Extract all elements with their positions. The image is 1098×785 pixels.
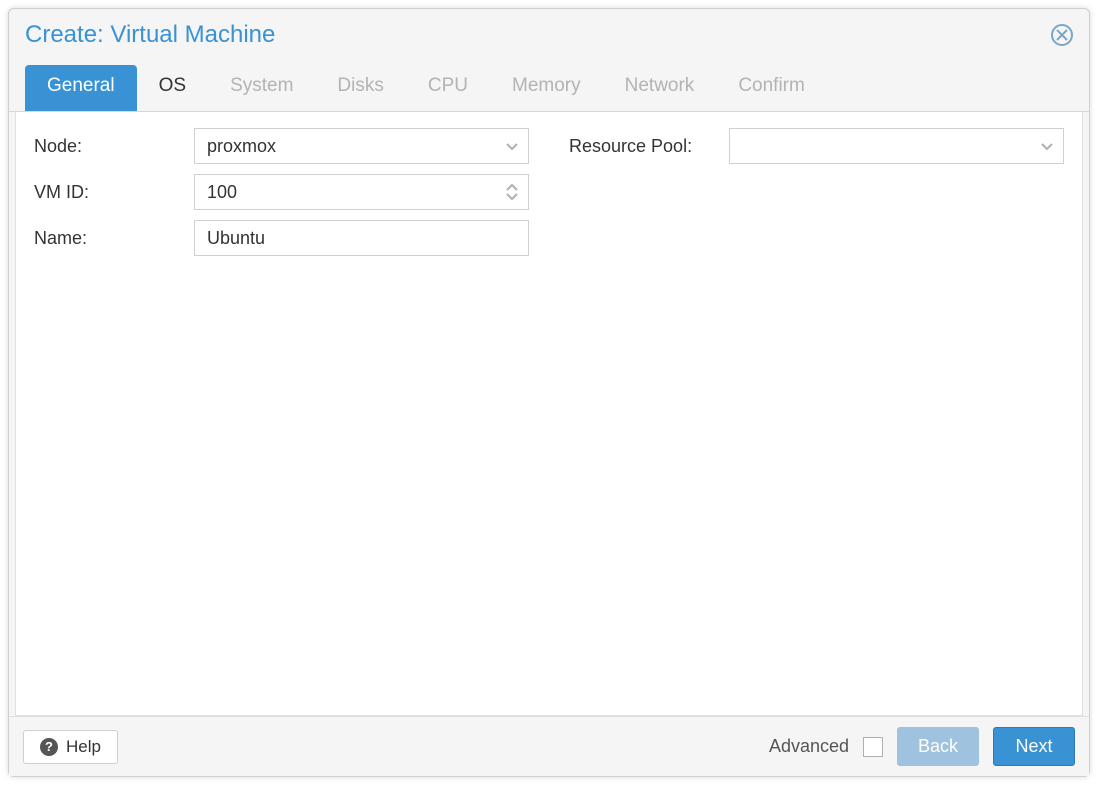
tab-disks: Disks bbox=[315, 65, 405, 111]
tab-memory: Memory bbox=[490, 65, 603, 111]
advanced-label: Advanced bbox=[769, 736, 849, 757]
advanced-checkbox[interactable] bbox=[863, 737, 883, 757]
row-resource-pool: Resource Pool: bbox=[569, 128, 1064, 164]
resource-pool-input[interactable] bbox=[740, 129, 1053, 163]
node-combo-trigger[interactable] bbox=[502, 129, 522, 163]
vmid-input[interactable] bbox=[205, 175, 518, 209]
right-column: Resource Pool: bbox=[569, 128, 1064, 699]
tab-system: System bbox=[208, 65, 315, 111]
chevron-down-icon bbox=[505, 192, 519, 200]
tab-network: Network bbox=[603, 65, 717, 111]
name-field[interactable] bbox=[194, 220, 529, 256]
tab-general[interactable]: General bbox=[25, 65, 137, 111]
resource-pool-combo[interactable] bbox=[729, 128, 1064, 164]
row-name: Name: bbox=[34, 220, 529, 256]
back-button[interactable]: Back bbox=[897, 727, 979, 766]
create-vm-dialog: Create: Virtual Machine General OS Syste… bbox=[8, 8, 1090, 777]
vmid-spinner-trigger[interactable] bbox=[502, 175, 522, 209]
dialog-titlebar: Create: Virtual Machine bbox=[9, 9, 1089, 55]
vmid-spinner[interactable] bbox=[194, 174, 529, 210]
help-label: Help bbox=[66, 737, 101, 757]
help-button[interactable]: ? Help bbox=[23, 730, 118, 764]
row-node: Node: bbox=[34, 128, 529, 164]
dialog-footer: ? Help Advanced Back Next bbox=[9, 716, 1089, 776]
form-body: Node: VM ID: bbox=[15, 112, 1083, 716]
resource-pool-combo-trigger[interactable] bbox=[1037, 129, 1057, 163]
chevron-down-icon bbox=[1040, 139, 1054, 153]
help-icon: ? bbox=[40, 738, 58, 756]
close-button[interactable] bbox=[1051, 24, 1073, 46]
node-combo[interactable] bbox=[194, 128, 529, 164]
next-button[interactable]: Next bbox=[993, 727, 1075, 766]
footer-right: Advanced Back Next bbox=[769, 727, 1075, 766]
label-vmid: VM ID: bbox=[34, 182, 194, 203]
row-vmid: VM ID: bbox=[34, 174, 529, 210]
dialog-title: Create: Virtual Machine bbox=[25, 21, 275, 49]
left-column: Node: VM ID: bbox=[34, 128, 529, 699]
node-input[interactable] bbox=[205, 129, 518, 163]
label-name: Name: bbox=[34, 228, 194, 249]
tab-confirm: Confirm bbox=[716, 65, 827, 111]
chevron-down-icon bbox=[505, 139, 519, 153]
wizard-tabs: General OS System Disks CPU Memory Netwo… bbox=[9, 55, 1089, 112]
tab-cpu: CPU bbox=[406, 65, 490, 111]
label-resource-pool: Resource Pool: bbox=[569, 136, 729, 157]
close-icon bbox=[1056, 29, 1068, 41]
name-input[interactable] bbox=[205, 221, 518, 255]
label-node: Node: bbox=[34, 136, 194, 157]
chevron-up-icon bbox=[505, 184, 519, 192]
tab-os[interactable]: OS bbox=[137, 65, 208, 111]
